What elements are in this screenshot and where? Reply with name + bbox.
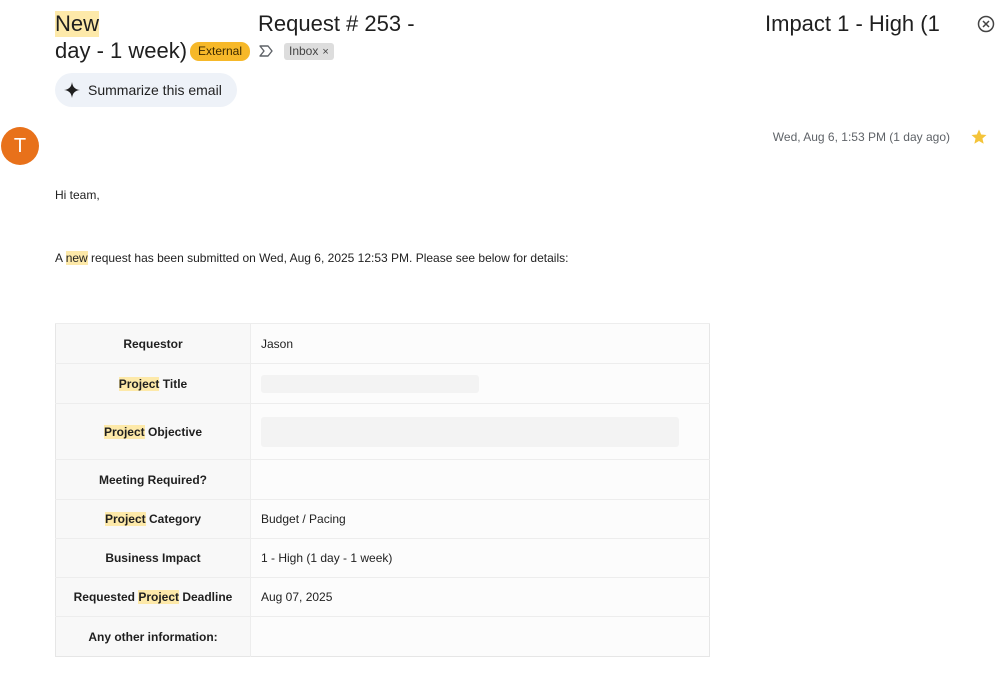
row-value: [250, 616, 710, 657]
redacted-block: [261, 416, 679, 447]
subject-request-number: Request # 253 -: [258, 11, 415, 36]
label-important-icon[interactable]: [258, 43, 274, 59]
table-row: Any other information:: [55, 616, 710, 657]
row-value-redacted: [250, 363, 710, 404]
table-row: Business Impact 1 - High (1 day - 1 week…: [55, 538, 710, 578]
table-row: Requested Project Deadline Aug 07, 2025: [55, 577, 710, 617]
row-value-redacted: [250, 403, 710, 460]
sender-avatar[interactable]: T: [1, 127, 39, 165]
inbox-label-chip: Inbox ×: [284, 43, 334, 60]
remove-label-icon[interactable]: ×: [322, 46, 328, 58]
subject-highlight-new: New: [55, 11, 100, 37]
inbox-label-text: Inbox: [289, 44, 319, 58]
row-label: Project Title: [55, 363, 251, 404]
summarize-label: Summarize this email: [88, 82, 222, 98]
sparkle-icon: [64, 82, 80, 98]
greeting-text: Hi team,: [55, 188, 100, 202]
row-label: Requestor: [55, 323, 251, 364]
row-value: [250, 459, 710, 500]
row-label: Project Objective: [55, 403, 251, 460]
row-value: 1 - High (1 day - 1 week): [250, 538, 710, 578]
star-icon[interactable]: [970, 128, 988, 146]
table-row: Project Title: [55, 363, 710, 404]
redacted-block: [261, 374, 479, 393]
table-row: Project Category Budget / Pacing: [55, 499, 710, 539]
external-badge: External: [190, 42, 251, 61]
row-label: Requested Project Deadline: [55, 577, 251, 617]
message-date: Wed, Aug 6, 1:53 PM (1 day ago): [772, 130, 950, 144]
request-details-table: Requestor Jason Project Title Project Ob…: [55, 323, 710, 657]
row-label: Project Category: [55, 499, 251, 539]
summarize-email-button[interactable]: Summarize this email: [55, 73, 237, 107]
intro-after: request has been submitted on Wed, Aug 6…: [87, 251, 569, 265]
row-label: Business Impact: [55, 538, 251, 578]
close-icon[interactable]: [976, 14, 996, 34]
intro-paragraph: A new request has been submitted on Wed,…: [55, 251, 568, 265]
row-value: Aug 07, 2025: [250, 577, 710, 617]
subject-impact: Impact 1 - High (1: [765, 11, 940, 36]
table-row: Meeting Required?: [55, 459, 710, 500]
row-label: Any other information:: [55, 616, 251, 657]
intro-before: A: [55, 251, 66, 265]
row-value: Jason: [250, 323, 710, 364]
table-row: Project Objective: [55, 403, 710, 460]
subject-line-2: day - 1 week): [55, 38, 188, 63]
table-row: Requestor Jason: [55, 323, 710, 364]
row-label: Meeting Required?: [55, 459, 251, 500]
row-value: Budget / Pacing: [250, 499, 710, 539]
intro-highlight: new: [65, 251, 88, 265]
